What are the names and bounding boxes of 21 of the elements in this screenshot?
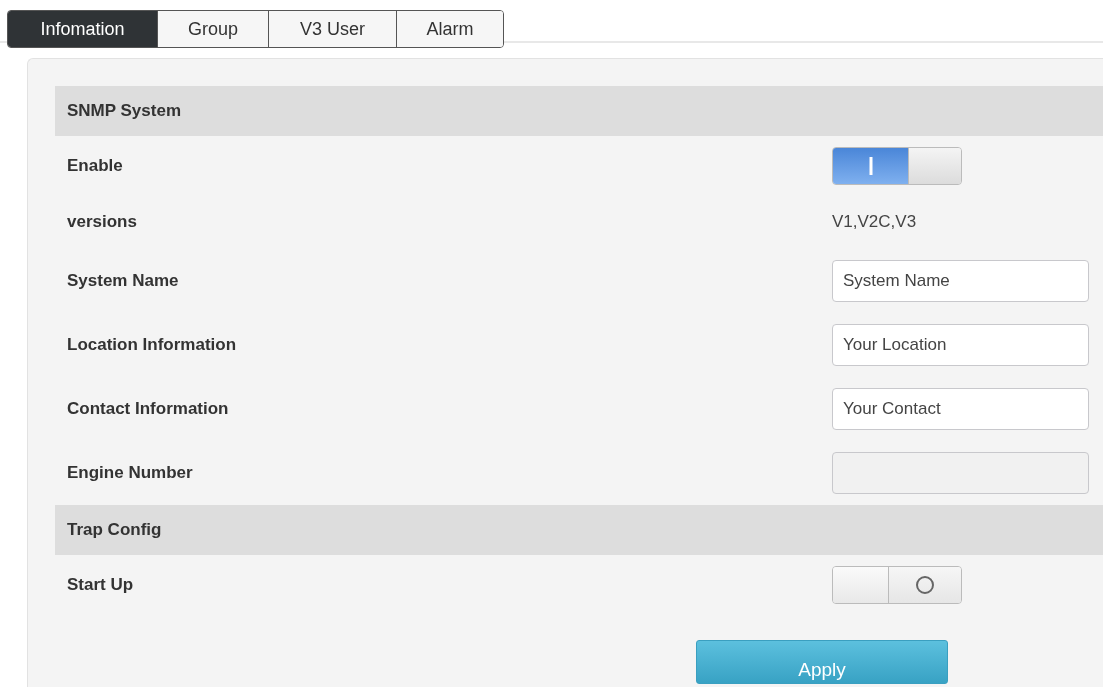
- toggle-switch[interactable]: [832, 146, 962, 185]
- section-header: Trap Config: [55, 505, 1103, 555]
- off-mark-icon: [915, 574, 935, 595]
- section-header: SNMP System: [55, 86, 1103, 136]
- input-field[interactable]: Your Contact: [832, 388, 1089, 430]
- value-text: V1,V2C,V3: [832, 212, 917, 232]
- field-label: Enable: [67, 155, 124, 176]
- field-label: Engine Number: [67, 463, 194, 483]
- field-label: System Name: [67, 271, 180, 291]
- input-field[interactable]: System Name: [832, 260, 1089, 302]
- field-label: versions: [67, 212, 138, 232]
- tab[interactable]: V3 User: [268, 11, 396, 47]
- input-field[interactable]: Your Location: [832, 324, 1089, 366]
- field-label: Contact Information: [67, 399, 230, 419]
- field-label: Location Information: [67, 335, 238, 355]
- toggle-switch[interactable]: [832, 565, 962, 604]
- tab[interactable]: Alarm: [396, 11, 503, 47]
- tab[interactable]: Group: [157, 11, 268, 47]
- tab[interactable]: Infomation: [8, 11, 157, 47]
- on-mark-icon: [868, 156, 873, 175]
- field-label: Start Up: [67, 574, 135, 595]
